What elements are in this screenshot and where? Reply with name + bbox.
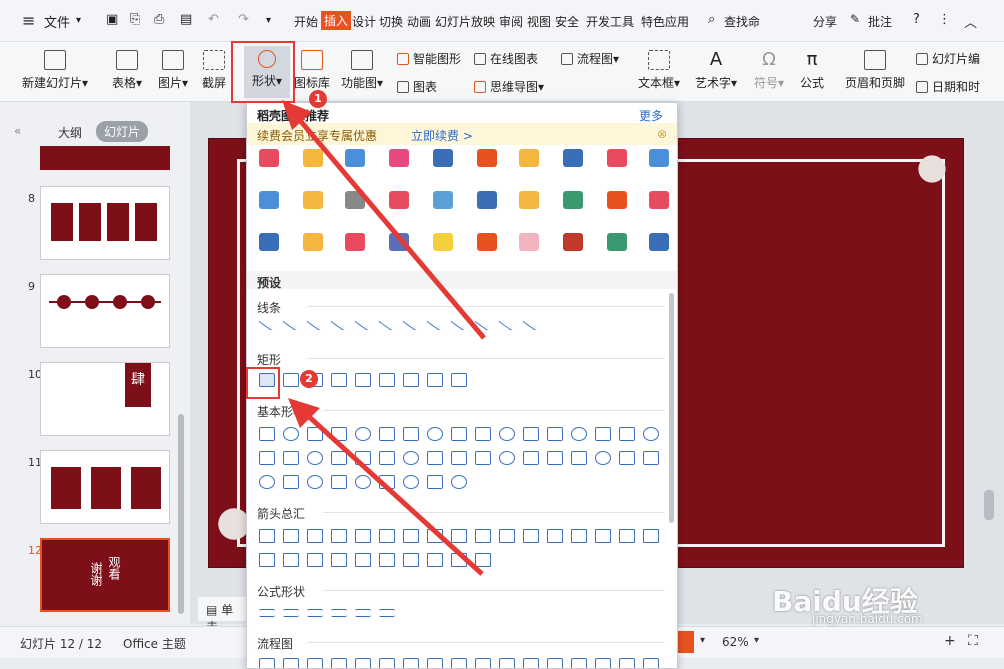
arrow-1-shaft: [296, 116, 486, 340]
annotation-arrows: [282, 100, 486, 576]
arrow-2-shaft: [304, 412, 484, 576]
